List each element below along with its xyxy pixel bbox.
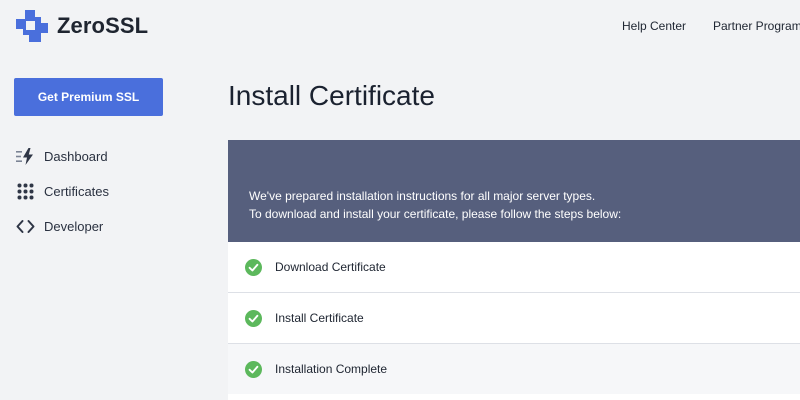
sidebar-item-label: Developer (44, 218, 104, 234)
step-installation-complete[interactable]: Installation Complete (228, 344, 800, 394)
step-label: Download Certificate (275, 260, 386, 274)
sidebar-item-label: Dashboard (44, 148, 108, 164)
get-premium-ssl-button[interactable]: Get Premium SSL (14, 78, 163, 116)
lightning-icon (16, 147, 35, 165)
step-label: Installation Complete (275, 362, 388, 376)
sidebar-item-developer[interactable]: Developer (16, 216, 103, 236)
step-install-certificate[interactable]: Install Certificate (228, 293, 800, 344)
check-circle-icon (245, 258, 262, 276)
help-center-link[interactable]: Help Center (622, 19, 686, 33)
partner-program-link[interactable]: Partner Program (713, 19, 800, 33)
step-download-certificate[interactable]: Download Certificate (228, 242, 800, 293)
check-circle-icon (245, 360, 262, 378)
install-certificate-card: We've prepared installation instructions… (228, 140, 800, 400)
sidebar-item-dashboard[interactable]: Dashboard (16, 146, 108, 166)
grid-dots-icon (16, 183, 35, 200)
code-brackets-icon (16, 218, 35, 235)
top-navigation: Help Center Partner Program (0, 19, 800, 35)
intro-text: We've prepared installation instructions… (249, 189, 596, 203)
page-title: Install Certificate (228, 80, 435, 111)
sidebar-item-label: Certificates (44, 183, 110, 199)
check-circle-icon (245, 309, 262, 327)
card-header: We've prepared installation instructions… (228, 140, 800, 242)
intro-text: To download and install your certificate… (249, 207, 622, 221)
sidebar-item-certificates[interactable]: Certificates (16, 181, 109, 201)
step-label: Install Certificate (275, 311, 364, 325)
